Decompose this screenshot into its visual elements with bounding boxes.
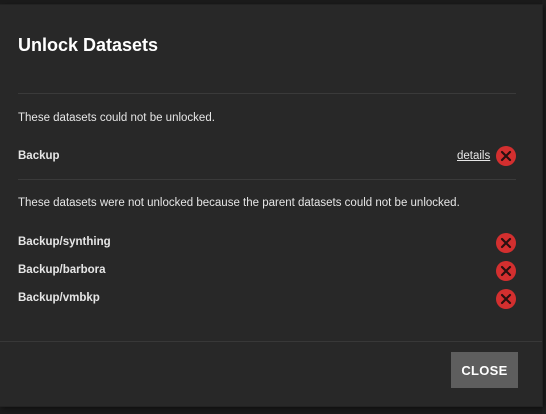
footer-divider [0,341,542,342]
details-link[interactable]: details [457,150,490,162]
error-icon [496,289,516,309]
backdrop-edge [542,0,546,414]
dialog-title: Unlock Datasets [18,35,159,55]
close-button[interactable]: CLOSE [451,352,518,388]
error-icon [496,146,516,166]
dataset-name: Backup/barbora [18,264,106,276]
dataset-name: Backup/vmbkp [18,292,100,304]
unlock-datasets-dialog: Unlock Datasets These datasets could not… [0,5,542,406]
parent-failed-message: These datasets were not unlocked because… [18,197,460,209]
dataset-name: Backup/synthing [18,236,111,248]
error-icon [496,261,516,281]
dataset-name: Backup [18,150,60,162]
error-icon [496,233,516,253]
section-divider [18,179,516,180]
failed-message: These datasets could not be unlocked. [18,112,215,124]
title-divider [18,93,516,94]
